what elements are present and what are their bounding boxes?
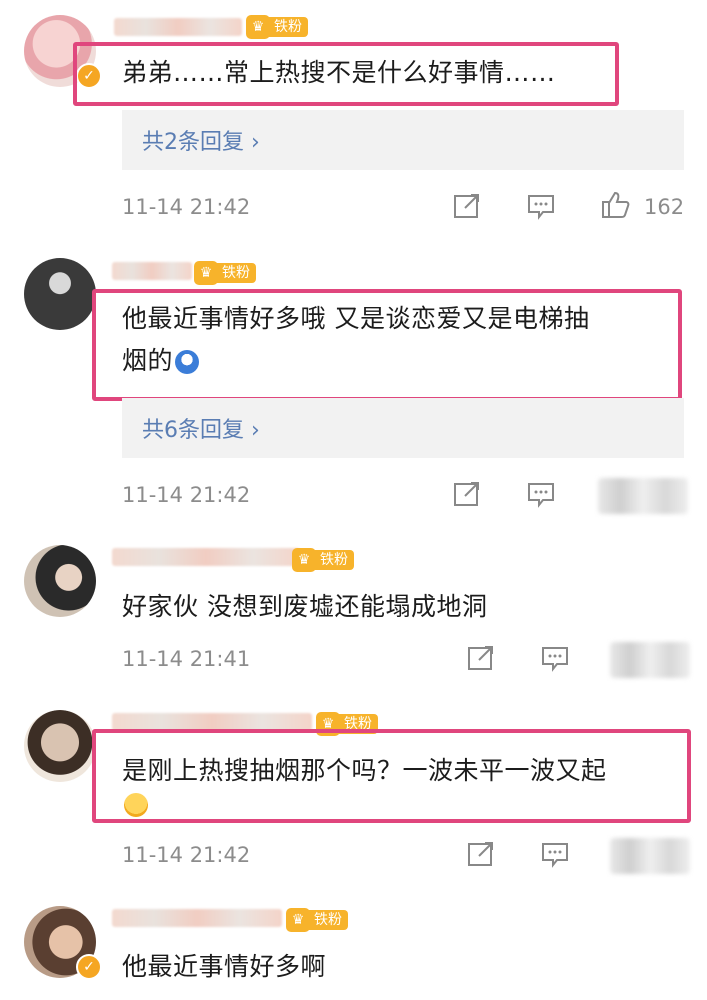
comment-text: 好家伙 没想到废墟还能塌成地洞 xyxy=(122,592,488,621)
timestamp: 11-14 21:42 xyxy=(122,843,251,867)
crown-icon: ♛ xyxy=(286,908,310,932)
fan-badge: ♛ 铁粉 xyxy=(194,260,256,286)
share-icon[interactable] xyxy=(466,840,496,868)
replies-link[interactable]: 共2条回复 › xyxy=(122,110,684,170)
comment-icon[interactable] xyxy=(540,644,570,672)
emoji-icon xyxy=(124,793,148,817)
comment-text: 他最近事情好多啊 xyxy=(122,952,327,981)
like-count: 162 xyxy=(644,195,685,219)
avatar[interactable] xyxy=(24,545,96,617)
username-blurred[interactable] xyxy=(114,18,242,36)
share-icon[interactable] xyxy=(452,192,482,220)
verified-badge-icon: ✓ xyxy=(76,954,102,980)
replies-label[interactable]: 共2条回复 › xyxy=(142,124,260,156)
replies-link[interactable]: 共6条回复 › xyxy=(122,398,684,458)
username-blurred[interactable] xyxy=(112,262,192,280)
timestamp: 11-14 21:41 xyxy=(122,647,251,671)
fan-badge: ♛ 铁粉 xyxy=(292,547,354,573)
timestamp: 11-14 21:42 xyxy=(122,195,251,219)
username-blurred[interactable] xyxy=(112,548,300,566)
comment-icon[interactable] xyxy=(540,840,570,868)
like-area-blurred[interactable] xyxy=(610,642,690,678)
comment-text-line2: 烟的 xyxy=(122,340,200,382)
like-icon[interactable] xyxy=(600,190,630,218)
username-blurred[interactable] xyxy=(112,909,282,927)
comment-text: 弟弟……常上热搜不是什么好事情…… xyxy=(122,58,556,87)
avatar[interactable] xyxy=(24,710,96,782)
like-area-blurred[interactable] xyxy=(610,838,690,874)
replies-label[interactable]: 共6条回复 › xyxy=(142,412,260,444)
comment-icon[interactable] xyxy=(526,192,556,220)
like-area-blurred[interactable] xyxy=(598,478,688,514)
emoji-icon xyxy=(175,350,200,374)
avatar[interactable] xyxy=(24,258,96,330)
crown-icon: ♛ xyxy=(194,261,218,285)
crown-icon: ♛ xyxy=(246,15,270,39)
fan-badge: ♛ 铁粉 xyxy=(286,907,348,933)
crown-icon: ♛ xyxy=(292,548,316,572)
share-icon[interactable] xyxy=(452,480,482,508)
share-icon[interactable] xyxy=(466,644,496,672)
comment-text-line1: 他最近事情好多哦 又是谈恋爱又是电梯抽 xyxy=(122,304,590,333)
timestamp: 11-14 21:42 xyxy=(122,483,251,507)
fan-badge: ♛ 铁粉 xyxy=(246,14,308,40)
comment-icon[interactable] xyxy=(526,480,556,508)
comment-text: 是刚上热搜抽烟那个吗？一波未平一波又起 xyxy=(122,756,607,785)
